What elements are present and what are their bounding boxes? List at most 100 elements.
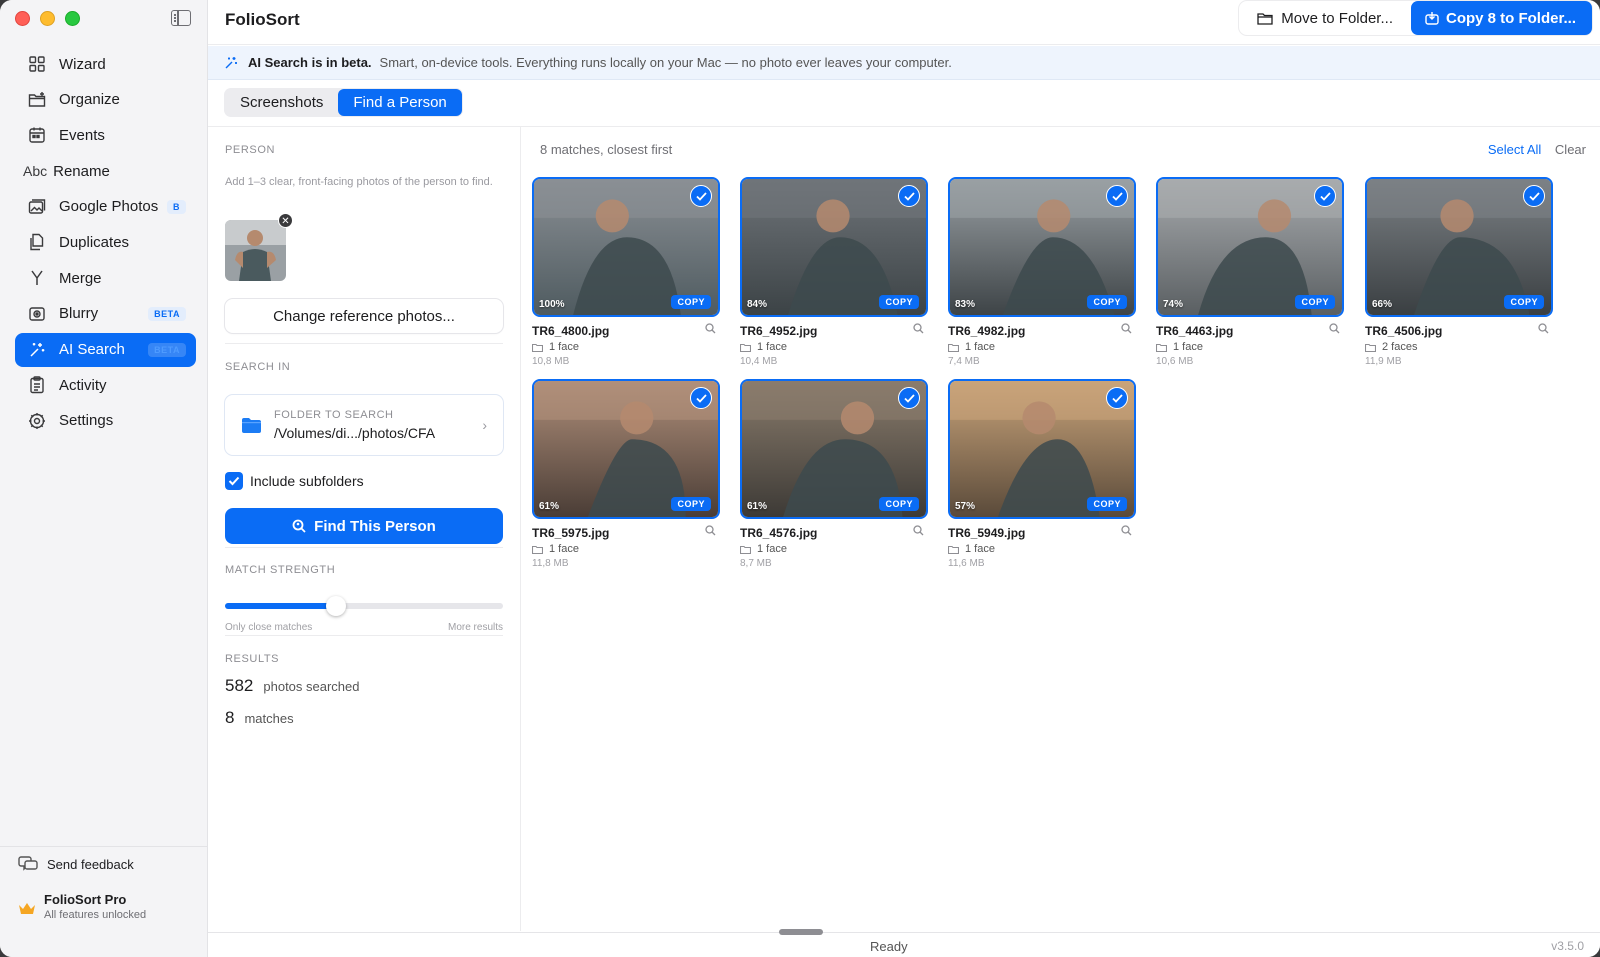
move-to-folder-button[interactable]: Move to Folder...: [1239, 1, 1411, 35]
file-size: 10,4 MB: [740, 356, 778, 367]
magnify-icon[interactable]: [1121, 525, 1132, 536]
copy-to-folder-button[interactable]: Copy 8 to Folder...: [1410, 1, 1592, 35]
magnify-icon[interactable]: [705, 525, 716, 536]
magnify-icon[interactable]: [913, 323, 924, 334]
sidebar-item-duplicates[interactable]: Duplicates: [15, 225, 196, 259]
resize-handle[interactable]: [779, 929, 823, 935]
selected-check-icon[interactable]: [898, 387, 920, 409]
sidebar-item-activity[interactable]: Activity: [15, 368, 196, 402]
sidebar-item-rename[interactable]: Abc Rename: [15, 154, 196, 188]
result-card[interactable]: 100% COPY TR6_4800.jpg 1 face 10,8 MB: [532, 177, 720, 367]
sidebar-item-settings[interactable]: Settings: [15, 404, 196, 438]
file-name-text: TR6_5975.jpg: [532, 526, 610, 540]
slider-knob[interactable]: [326, 596, 347, 616]
result-card[interactable]: 84% COPY TR6_4952.jpg 1 face 10,4 MB: [740, 177, 928, 367]
find-this-person-button[interactable]: Find This Person: [225, 508, 503, 544]
magnify-icon[interactable]: [705, 323, 716, 334]
photo-thumbnail[interactable]: 83% COPY: [948, 177, 1136, 317]
photo-thumbnail[interactable]: 100% COPY: [532, 177, 720, 317]
sidebar-item-wizard[interactable]: Wizard: [15, 47, 196, 81]
copy-badge: COPY: [671, 295, 711, 309]
matches-stat: 8 matches: [225, 708, 294, 728]
reference-photo[interactable]: [225, 220, 286, 281]
photos-icon: [27, 197, 47, 217]
photo-thumbnail[interactable]: 57% COPY: [948, 379, 1136, 519]
select-all-button[interactable]: Select All: [1488, 142, 1541, 157]
photos-searched-count: 582: [225, 676, 254, 695]
selected-check-icon[interactable]: [1523, 185, 1545, 207]
result-card[interactable]: 83% COPY TR6_4982.jpg 1 face 7,4 MB: [948, 177, 1136, 367]
result-card[interactable]: 61% COPY TR6_4576.jpg 1 face 8,7 MB: [740, 379, 928, 569]
tab-screenshots[interactable]: Screenshots: [225, 89, 338, 116]
panel-divider: [225, 343, 503, 344]
minimize-window-button[interactable]: [40, 11, 55, 26]
sidebar-item-google-photos[interactable]: Google Photos B: [15, 190, 196, 224]
selected-check-icon[interactable]: [690, 185, 712, 207]
person-hint: Add 1–3 clear, front-facing photos of th…: [225, 176, 493, 188]
sidebar-item-label: Blurry: [59, 305, 99, 323]
magnify-icon[interactable]: [1538, 323, 1549, 334]
selected-check-icon[interactable]: [898, 185, 920, 207]
sidebar-nav: Wizard Organize Events Abc Rename Google Phot…: [15, 47, 196, 440]
folder-icon: [242, 417, 261, 433]
file-name: TR6_4463.jpg: [1156, 323, 1344, 338]
version-label: v3.5.0: [1551, 939, 1584, 953]
send-feedback-button[interactable]: Send feedback: [18, 855, 134, 873]
selected-check-icon[interactable]: [1106, 185, 1128, 207]
selected-check-icon[interactable]: [1314, 185, 1336, 207]
face-count-text: 1 face: [1173, 341, 1203, 353]
sidebar-item-ai-search[interactable]: AI Search BETA: [15, 332, 196, 367]
selected-check-icon[interactable]: [1106, 387, 1128, 409]
file-name: TR6_4800.jpg: [532, 323, 720, 338]
include-subfolders-checkbox[interactable]: Include subfolders: [225, 472, 364, 490]
clear-button[interactable]: Clear: [1555, 142, 1586, 157]
file-name-text: TR6_4982.jpg: [948, 324, 1026, 338]
change-reference-photos-button[interactable]: Change reference photos...: [225, 299, 503, 333]
file-size: 7,4 MB: [948, 356, 980, 367]
magnify-icon[interactable]: [1121, 323, 1132, 334]
face-count-text: 1 face: [757, 341, 787, 353]
app-window: Wizard Organize Events Abc Rename Google Phot…: [0, 0, 1600, 957]
sidebar-item-blurry[interactable]: Blurry BETA: [15, 297, 196, 331]
zoom-window-button[interactable]: [65, 11, 80, 26]
file-name-text: TR6_4800.jpg: [532, 324, 610, 338]
gear-icon: [27, 411, 47, 431]
result-card[interactable]: 74% COPY TR6_4463.jpg 1 face 10,6 MB: [1156, 177, 1344, 367]
magnify-icon[interactable]: [913, 525, 924, 536]
sidebar-item-label: Google Photos: [59, 198, 159, 216]
folder-icon: [740, 343, 751, 352]
close-window-button[interactable]: [15, 11, 30, 26]
reference-photo-image: [225, 220, 286, 281]
matches-label: matches: [244, 711, 294, 726]
folder-path: /Volumes/di.../photos/CFA: [274, 425, 436, 441]
photo-thumbnail[interactable]: 61% COPY: [532, 379, 720, 519]
photo-thumbnail[interactable]: 61% COPY: [740, 379, 928, 519]
result-card[interactable]: 66% COPY TR6_4506.jpg 2 faces 11,9 MB: [1365, 177, 1553, 367]
photo-thumbnail[interactable]: 84% COPY: [740, 177, 928, 317]
magnify-icon[interactable]: [1329, 323, 1340, 334]
grid-actions: Select All Clear: [1488, 142, 1586, 157]
sidebar-toggle-icon[interactable]: [171, 10, 191, 26]
panel-divider: [225, 547, 503, 548]
clipboard-icon: [27, 375, 47, 395]
result-card[interactable]: 61% COPY TR6_5975.jpg 1 face 11,8 MB: [532, 379, 720, 569]
photo-thumbnail[interactable]: 74% COPY: [1156, 177, 1344, 317]
folder-to-search-picker[interactable]: FOLDER TO SEARCH /Volumes/di.../photos/C…: [225, 395, 503, 455]
sidebar-item-organize[interactable]: Organize: [15, 83, 196, 117]
match-percent: 83%: [955, 299, 976, 310]
file-size: 10,8 MB: [532, 356, 570, 367]
titlebar: FolioSort Move to Folder... Copy 8 to Fo…: [208, 0, 1600, 45]
tab-find-a-person[interactable]: Find a Person: [338, 89, 462, 116]
copy-badge: COPY: [671, 497, 711, 511]
selected-check-icon[interactable]: [690, 387, 712, 409]
checkbox-checked-icon: [225, 472, 243, 490]
remove-reference-photo-button[interactable]: ✕: [278, 213, 293, 228]
copy-to-folder-label: Copy 8 to Folder...: [1445, 9, 1576, 27]
result-card[interactable]: 57% COPY TR6_5949.jpg 1 face 11,6 MB: [948, 379, 1136, 569]
sidebar-item-events[interactable]: Events: [15, 118, 196, 152]
sidebar-item-merge[interactable]: Merge: [15, 261, 196, 295]
mode-tabs: Screenshots Find a Person: [224, 88, 463, 117]
match-strength-slider[interactable]: [225, 596, 503, 616]
file-size: 11,6 MB: [948, 558, 985, 569]
photo-thumbnail[interactable]: 66% COPY: [1365, 177, 1553, 317]
